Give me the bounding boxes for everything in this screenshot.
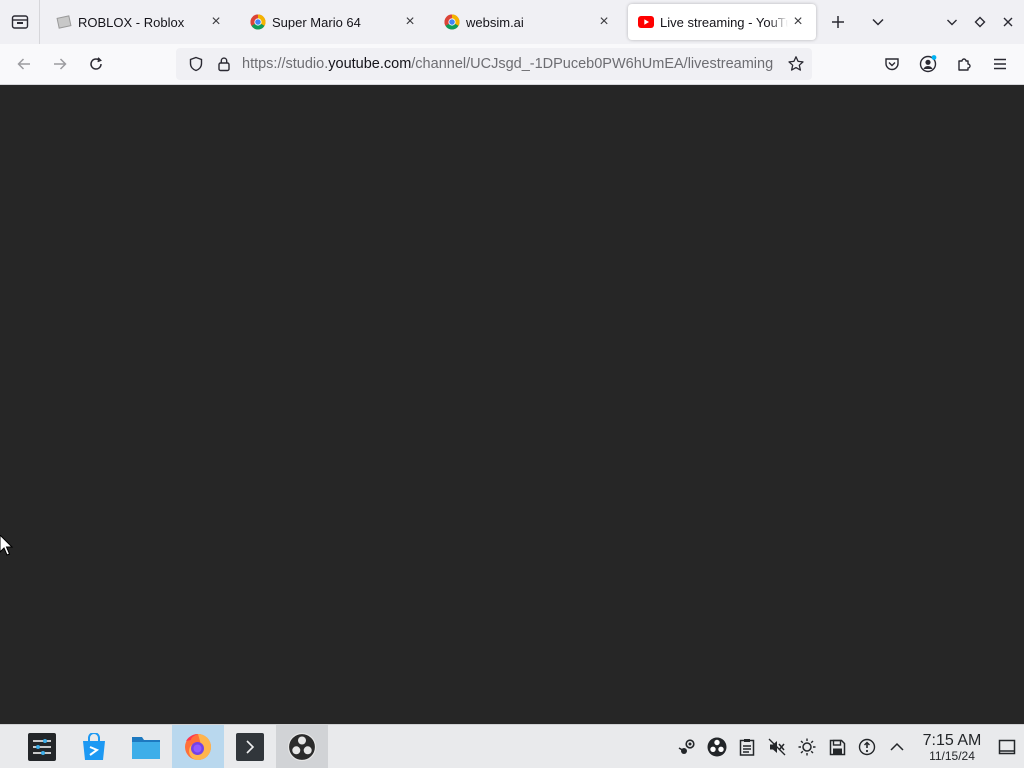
folder-icon xyxy=(132,736,160,759)
tab-close-icon[interactable]: × xyxy=(206,12,226,32)
youtube-icon xyxy=(638,14,654,30)
tab-close-icon[interactable]: × xyxy=(788,12,808,32)
taskbar-app-terminal[interactable] xyxy=(224,725,276,768)
obs-studio-icon xyxy=(707,737,727,757)
arrow-right-icon xyxy=(54,58,67,70)
toolbar-actions xyxy=(876,48,1016,80)
app-launcher-icon xyxy=(28,732,56,761)
clock-date: 11/15/24 xyxy=(929,748,975,763)
network-status-icon xyxy=(858,738,876,756)
discover-store-icon xyxy=(83,732,105,760)
taskbar-app-firefox[interactable] xyxy=(172,724,224,768)
tray-expand-button[interactable] xyxy=(882,725,912,768)
tray-brightness[interactable] xyxy=(792,725,822,768)
tray-network[interactable] xyxy=(852,725,882,768)
minimize-button[interactable] xyxy=(938,0,966,44)
disk-save-icon xyxy=(829,739,845,755)
app-launcher-button[interactable] xyxy=(16,725,68,768)
lock-icon[interactable] xyxy=(210,50,238,78)
tab-strip: ROBLOX - Roblox × Super Mario 64 × websi… xyxy=(0,0,1024,44)
url-host: youtube.com xyxy=(328,56,412,72)
url-bar[interactable]: https://studio.youtube.com/channel/UCJsg… xyxy=(176,48,812,80)
tab-youtube-studio[interactable]: Live streaming - YouTube Studio × xyxy=(628,4,816,40)
window-controls xyxy=(938,0,1024,44)
puzzle-icon xyxy=(958,58,971,71)
clipboard-icon xyxy=(739,739,755,756)
diamond-icon xyxy=(974,16,986,28)
system-taskbar: 7:15 AM 11/15/24 xyxy=(0,724,1024,768)
firefox-view-icon xyxy=(11,15,28,29)
reload-button[interactable] xyxy=(80,48,112,80)
show-desktop-button[interactable] xyxy=(990,725,1024,768)
url-text[interactable]: https://studio.youtube.com/channel/UCJsg… xyxy=(238,56,782,72)
tab-title: ROBLOX - Roblox xyxy=(78,14,185,30)
app-menu-button[interactable] xyxy=(984,48,1016,80)
chrome-icon xyxy=(444,14,460,30)
back-button[interactable] xyxy=(8,48,40,80)
roblox-icon xyxy=(56,14,72,30)
list-all-tabs-button[interactable] xyxy=(862,6,894,38)
brightness-icon xyxy=(798,738,816,756)
tab-title: Super Mario 64 xyxy=(272,14,361,30)
url-path: /channel/UCJsgd_-1DPuceb0PW6hUmEA/livest… xyxy=(411,56,774,72)
digital-clock[interactable]: 7:15 AM 11/15/24 xyxy=(914,731,990,763)
chevron-up-icon xyxy=(890,742,904,751)
url-prefix: https://studio. xyxy=(242,56,329,72)
pocket-icon xyxy=(885,58,899,71)
tray-steam[interactable] xyxy=(672,725,702,768)
hamburger-menu-icon xyxy=(994,58,1006,70)
tab-overview-button[interactable] xyxy=(0,0,40,44)
tray-storage[interactable] xyxy=(822,725,852,768)
volume-muted-icon xyxy=(768,738,786,756)
plus-icon xyxy=(832,16,844,28)
arrow-left-icon xyxy=(17,58,30,70)
taskbar-app-files[interactable] xyxy=(120,725,172,768)
pocket-button[interactable] xyxy=(876,48,908,80)
extensions-button[interactable] xyxy=(948,48,980,80)
taskbar-app-obs[interactable] xyxy=(276,724,328,768)
reload-icon xyxy=(90,57,102,70)
tray-clipboard[interactable] xyxy=(732,725,762,768)
forward-button[interactable] xyxy=(44,48,76,80)
navigation-toolbar: https://studio.youtube.com/channel/UCJsg… xyxy=(0,44,1024,85)
system-tray: 7:15 AM 11/15/24 xyxy=(672,725,1024,768)
tab-title: Live streaming - YouTube Studio xyxy=(660,14,788,30)
terminal-icon xyxy=(236,732,264,761)
show-desktop-icon xyxy=(998,739,1016,755)
chrome-icon xyxy=(250,14,266,30)
tab-websim[interactable]: websim.ai × xyxy=(434,4,622,40)
clock-time: 7:15 AM xyxy=(922,731,982,749)
account-button[interactable] xyxy=(912,48,944,80)
tracking-protection-icon[interactable] xyxy=(182,50,210,78)
close-icon xyxy=(1003,17,1013,27)
tab-close-icon[interactable]: × xyxy=(594,12,614,32)
bookmark-star-icon[interactable] xyxy=(782,50,810,78)
obs-studio-icon xyxy=(287,732,317,761)
page-content xyxy=(0,85,1024,724)
tab-roblox[interactable]: ROBLOX - Roblox × xyxy=(46,4,234,40)
firefox-icon xyxy=(185,733,211,760)
account-icon xyxy=(919,55,937,73)
chevron-down-icon xyxy=(872,18,884,26)
taskbar-app-discover[interactable] xyxy=(68,725,120,768)
tab-close-icon[interactable]: × xyxy=(400,12,420,32)
maximize-button[interactable] xyxy=(966,0,994,44)
close-window-button[interactable] xyxy=(994,0,1022,44)
tray-volume[interactable] xyxy=(762,725,792,768)
tray-obs[interactable] xyxy=(702,725,732,768)
chevron-down-icon xyxy=(947,19,957,26)
mouse-cursor-icon xyxy=(0,535,14,556)
new-tab-button[interactable] xyxy=(822,6,854,38)
tab-title: websim.ai xyxy=(466,14,524,30)
tab-super-mario-64[interactable]: Super Mario 64 × xyxy=(240,4,428,40)
steam-icon xyxy=(678,739,695,754)
